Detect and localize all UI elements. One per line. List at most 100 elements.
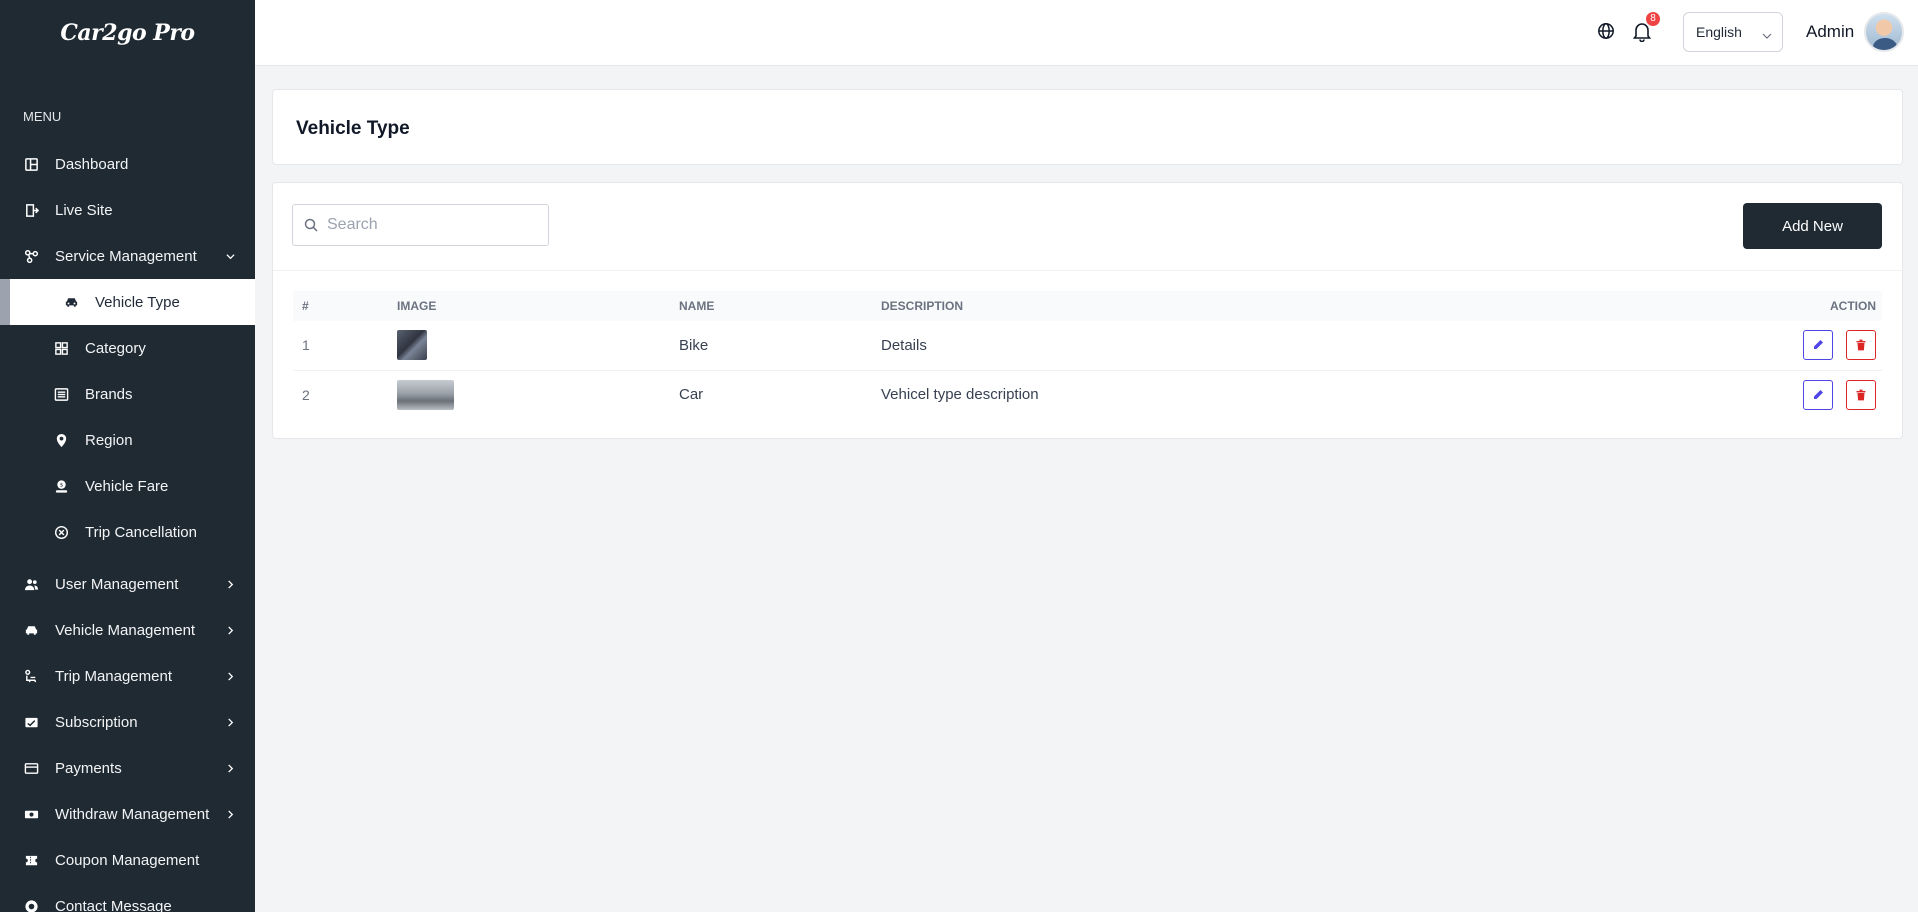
sidebar-item-live-site[interactable]: Live Site: [0, 187, 255, 233]
sidebar-item-label: User Management: [55, 575, 179, 593]
row-actions: [1510, 321, 1882, 370]
coupon-icon: [23, 852, 39, 868]
service-icon: [23, 248, 39, 264]
dashboard-icon: [23, 156, 39, 172]
sidebar-item-label: Dashboard: [55, 155, 129, 173]
table-row: 1 Bike Details: [293, 321, 1882, 370]
chevron-down-icon: [225, 251, 235, 261]
card-icon: [23, 760, 39, 776]
divider: [273, 270, 1902, 271]
row-description: Details: [881, 336, 927, 354]
sidebar-item-label: Live Site: [55, 201, 113, 219]
row-image-cell: [388, 321, 670, 370]
edit-button[interactable]: [1802, 330, 1833, 361]
sidebar-item-brands[interactable]: Brands: [0, 371, 255, 417]
cancel-icon: [53, 524, 69, 540]
vehicle-type-table: # IMAGE NAME DESCRIPTION ACTION 1 Bike D…: [293, 291, 1882, 419]
trip-icon: [23, 668, 39, 684]
chevron-right-icon: [225, 717, 235, 727]
sidebar-item-label: Trip Cancellation: [85, 523, 197, 541]
sidebar-item-vehicle-fare[interactable]: $ Vehicle Fare: [0, 463, 255, 509]
add-new-button[interactable]: Add New: [1743, 203, 1882, 249]
search-box[interactable]: [292, 204, 549, 246]
row-number: 1: [302, 337, 310, 354]
money-icon: [23, 806, 39, 822]
row-description: Vehicel type description: [881, 386, 1039, 404]
vehicle-thumbnail[interactable]: [397, 379, 454, 410]
sidebar-item-label: Payments: [55, 759, 122, 777]
service-submenu: Vehicle Type Category Brands Region $ Ve…: [0, 279, 255, 555]
sidebar-item-trip-management[interactable]: Trip Management: [0, 653, 255, 699]
sidebar-item-label: Vehicle Type: [95, 293, 180, 311]
pencil-icon: [1813, 340, 1823, 350]
sidebar-item-label: Withdraw Management: [55, 805, 210, 823]
chevron-right-icon: [225, 625, 235, 635]
topbar: 8 English Admin: [255, 0, 1918, 66]
column-header-description: DESCRIPTION: [881, 299, 964, 313]
subscription-icon: [23, 714, 39, 730]
chevron-right-icon: [225, 809, 235, 819]
notification-badge: 8: [1646, 12, 1660, 26]
sidebar-item-service-management[interactable]: Service Management: [0, 233, 255, 279]
page-header-card: Vehicle Type: [272, 89, 1903, 165]
trash-icon: [1856, 339, 1866, 351]
chevron-right-icon: [225, 763, 235, 773]
car-icon: [63, 294, 79, 310]
chevron-down-icon: [1762, 28, 1772, 39]
vehicle-thumbnail[interactable]: [397, 330, 427, 361]
sidebar-item-label: Subscription: [55, 713, 138, 731]
sidebar-item-withdraw-management[interactable]: Withdraw Management: [0, 791, 255, 837]
chevron-right-icon: [225, 579, 235, 589]
pencil-icon: [1813, 389, 1823, 399]
row-actions: [1510, 370, 1882, 419]
vehicle-type-card: Add New # IMAGE NAME DESCRIPTION ACTION …: [272, 182, 1903, 439]
chevron-right-icon: [225, 671, 235, 681]
sidebar-item-vehicle-type[interactable]: Vehicle Type: [0, 279, 255, 325]
column-header-number: #: [302, 299, 309, 313]
sidebar-item-label: Region: [85, 431, 133, 449]
sidebar-item-label: Trip Management: [55, 667, 172, 685]
sidebar-item-category[interactable]: Category: [0, 325, 255, 371]
sidebar-item-region[interactable]: Region: [0, 417, 255, 463]
delete-button[interactable]: [1846, 379, 1876, 410]
sidebar-item-user-management[interactable]: User Management: [0, 561, 255, 607]
trash-icon: [1856, 389, 1866, 401]
search-icon: [304, 218, 318, 232]
grid-icon: [53, 340, 69, 356]
sidebar-item-label: Category: [85, 339, 146, 357]
language-select[interactable]: English: [1683, 12, 1783, 52]
fare-icon: $: [53, 478, 69, 494]
sidebar-item-label: Vehicle Fare: [85, 477, 169, 495]
edit-button[interactable]: [1802, 379, 1833, 410]
sidebar-item-subscription[interactable]: Subscription: [0, 699, 255, 745]
column-header-action: ACTION: [1830, 299, 1876, 313]
sidebar-item-trip-cancellation[interactable]: Trip Cancellation: [0, 509, 255, 555]
sidebar-item-label: Service Management: [55, 247, 197, 265]
sidebar-item-coupon-management[interactable]: Coupon Management: [0, 837, 255, 883]
column-header-name: NAME: [679, 299, 715, 313]
avatar[interactable]: [1864, 12, 1904, 52]
list-icon: [53, 386, 69, 402]
delete-button[interactable]: [1846, 330, 1876, 361]
globe-icon[interactable]: [1597, 22, 1615, 40]
sidebar-item-dashboard[interactable]: Dashboard: [0, 141, 255, 187]
sidebar-nav: Dashboard Live Site Service Management V…: [0, 141, 255, 912]
contact-icon: [23, 898, 39, 912]
table-row: 2 Car Vehicel type description: [293, 370, 1882, 419]
sidebar-item-contact-message[interactable]: Contact Message: [0, 883, 255, 912]
sidebar: Car2go Pro MENU Dashboard Live Site Serv…: [0, 0, 255, 912]
sidebar-item-label: Contact Message: [55, 897, 172, 912]
sidebar-item-label: Brands: [85, 385, 133, 403]
sidebar-item-label: Vehicle Management: [55, 621, 196, 639]
car-icon: [23, 622, 39, 638]
svg-text:$: $: [59, 482, 63, 488]
app-logo[interactable]: Car2go Pro: [0, 0, 255, 66]
pin-icon: [53, 432, 69, 448]
active-indicator: [0, 279, 10, 325]
search-input[interactable]: [327, 216, 527, 234]
language-value: English: [1696, 24, 1742, 40]
row-image-cell: [388, 370, 670, 419]
sidebar-item-payments[interactable]: Payments: [0, 745, 255, 791]
sidebar-item-vehicle-management[interactable]: Vehicle Management: [0, 607, 255, 653]
user-name[interactable]: Admin: [1806, 22, 1854, 42]
